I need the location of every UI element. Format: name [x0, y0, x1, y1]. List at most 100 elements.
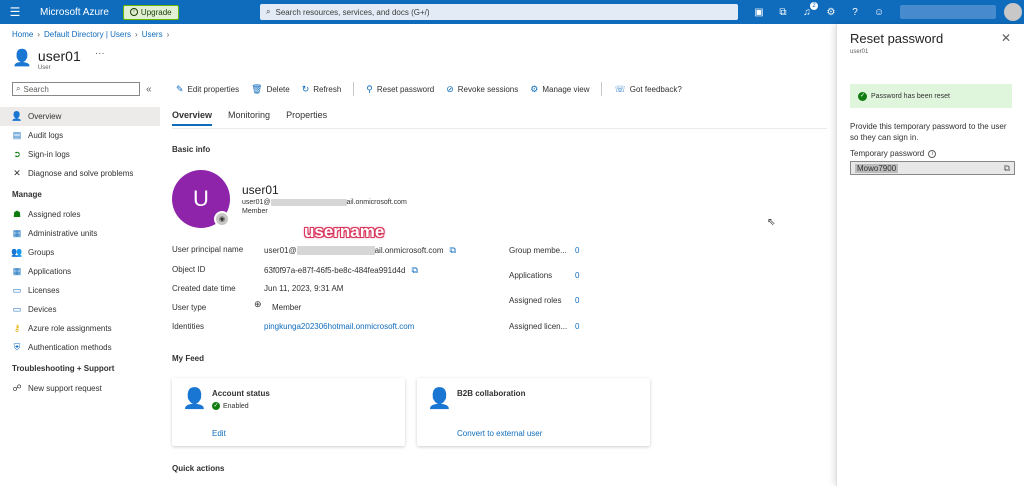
field-object-id: Object ID 63f0f97a-e87f-46f5-be8c-484fea…	[172, 265, 418, 276]
upgrade-button[interactable]: ↑ Upgrade	[122, 4, 179, 20]
field-label: Object ID	[172, 265, 206, 274]
stat-value[interactable]: 0	[575, 322, 579, 331]
email-suffix: ail.onmicrosoft.com	[346, 199, 407, 206]
sidebar: ⌕ Search « 👤 Overview ▤ Audit logs ➲ Sign-in…	[0, 82, 160, 398]
command-label: Manage view	[542, 84, 590, 94]
field-user-type: User type Member	[172, 303, 301, 312]
breadcrumb-separator: ›	[37, 30, 41, 39]
sidebar-item-admin-units[interactable]: ▦ Administrative units	[0, 224, 160, 243]
label-text: Temporary password	[850, 149, 925, 158]
stat-label: Applications	[509, 271, 553, 280]
command-label: Edit properties	[187, 84, 240, 94]
command-bar: ✎ Edit properties 🗑 Delete ↻ Refresh ⚲ Reset…	[176, 82, 682, 96]
card-title: B2B collaboration	[457, 389, 526, 398]
help-icon[interactable]: ?	[848, 4, 862, 20]
field-value: 63f0f97a-e87f-46f5-be8c-484fea991d4d ⧉	[264, 265, 418, 276]
search-icon: ⌕	[266, 7, 271, 16]
stat-assigned-roles: Assigned roles 0	[509, 296, 579, 305]
breadcrumb-home[interactable]: Home	[12, 30, 33, 39]
directory-icon[interactable]: ⧉	[776, 4, 790, 20]
reset-password-button[interactable]: ⚲ Reset password	[366, 84, 434, 95]
groups-icon: 👥	[11, 247, 23, 257]
edit-properties-button[interactable]: ✎ Edit properties	[176, 84, 239, 95]
convert-external-link[interactable]: Convert to external user	[457, 429, 542, 438]
feedback-button[interactable]: ☏ Got feedback?	[614, 84, 681, 95]
device-icon: ▭	[12, 304, 22, 314]
sidebar-item-assigned-roles[interactable]: ☗ Assigned roles	[0, 205, 160, 224]
brand-name[interactable]: Microsoft Azure	[40, 7, 109, 18]
tab-monitoring[interactable]: Monitoring	[228, 110, 270, 126]
sidebar-item-diagnose[interactable]: ✕ Diagnose and solve problems	[0, 164, 160, 183]
feedback-icon[interactable]: ☺	[872, 4, 886, 20]
sidebar-item-signin-logs[interactable]: ➲ Sign-in logs	[0, 145, 160, 164]
info-icon[interactable]: i	[928, 149, 937, 158]
license-icon: ▭	[12, 285, 22, 295]
sidebar-item-overview[interactable]: 👤 Overview	[0, 107, 160, 126]
panel-description: Provide this temporary password to the u…	[850, 122, 1007, 142]
field-identities: Identities pingkunga202306hotmail.onmicr…	[172, 322, 414, 331]
tab-properties[interactable]: Properties	[286, 110, 327, 126]
search-placeholder: Search resources, services, and docs (G+…	[275, 7, 430, 17]
upgrade-icon: ↑	[129, 8, 138, 16]
key-icon: ⚲	[366, 83, 373, 94]
user-role: Member	[242, 208, 268, 215]
stat-value[interactable]: 0	[575, 246, 579, 255]
identities-link[interactable]: pingkunga202306hotmail.onmicrosoft.com	[264, 322, 414, 331]
manage-view-button[interactable]: ⚙ Manage view	[530, 84, 589, 95]
cloud-shell-icon[interactable]: ▣	[752, 4, 766, 20]
sidebar-item-groups[interactable]: 👥 Groups	[0, 243, 160, 262]
sidebar-item-azure-role-assignments[interactable]: ⚷ Azure role assignments	[0, 319, 160, 338]
collapse-sidebar-button[interactable]: «	[146, 84, 152, 95]
field-label: Created date time	[172, 284, 236, 293]
sidebar-item-label: Groups	[28, 248, 55, 257]
more-options-button[interactable]: ···	[95, 48, 105, 59]
delete-button[interactable]: 🗑 Delete	[251, 84, 290, 95]
close-icon[interactable]: ✕	[1001, 31, 1011, 45]
copy-icon[interactable]: ⧉	[411, 265, 417, 276]
upgrade-label: Upgrade	[140, 7, 172, 17]
user-email: user01@xail.onmicrosoft.com	[242, 199, 407, 206]
sidebar-item-label: Licenses	[28, 286, 60, 295]
sidebar-item-licenses[interactable]: ▭ Licenses	[0, 281, 160, 300]
stat-applications: Applications 0	[509, 271, 579, 280]
breadcrumb-directory[interactable]: Default Directory | Users	[44, 30, 131, 39]
b2b-collaboration-card: 👤 B2B collaboration Convert to external …	[417, 378, 650, 446]
refresh-button[interactable]: ↻ Refresh	[302, 84, 342, 95]
password-value: Mowo7900	[855, 163, 899, 173]
temporary-password-field[interactable]: Mowo7900 ⧉	[850, 161, 1015, 175]
account-info[interactable]	[900, 5, 996, 19]
tab-overview[interactable]: Overview	[172, 110, 213, 126]
revoke-sessions-button[interactable]: ⊘ Revoke sessions	[446, 84, 518, 95]
stat-value[interactable]: 0	[575, 296, 579, 305]
success-text: Password has been reset	[871, 92, 950, 100]
stat-label: Assigned roles	[509, 296, 562, 305]
sidebar-search-input[interactable]: ⌕ Search	[12, 82, 140, 96]
sidebar-item-label: Diagnose and solve problems	[28, 169, 134, 178]
person-icon: 👤	[182, 388, 207, 410]
copy-icon[interactable]: ⧉	[450, 245, 456, 256]
user-summary: user01 user01@xail.onmicrosoft.com Membe…	[242, 183, 407, 215]
sidebar-item-devices[interactable]: ▭ Devices	[0, 300, 160, 319]
sidebar-heading-support: Troubleshooting + Support	[12, 363, 115, 373]
edit-link[interactable]: Edit	[212, 429, 226, 438]
gear-icon[interactable]: ⚙	[824, 4, 838, 20]
stat-value[interactable]: 0	[575, 271, 579, 280]
mouse-cursor-icon: ⇖	[767, 217, 776, 228]
field-upn: User principal name user01@xail.onmicros…	[172, 245, 456, 256]
sidebar-item-audit-logs[interactable]: ▤ Audit logs	[0, 126, 160, 145]
copy-icon[interactable]: ⧉	[1004, 163, 1010, 174]
command-label: Refresh	[313, 84, 342, 94]
camera-icon[interactable]: ◉	[214, 211, 230, 227]
page-subtitle: User	[37, 65, 51, 71]
sidebar-item-label: Sign-in logs	[28, 150, 70, 159]
account-avatar[interactable]	[1004, 3, 1022, 21]
block-icon: ⊘	[446, 83, 454, 94]
menu-icon[interactable]: ☰	[0, 0, 30, 24]
sidebar-item-new-support-request[interactable]: ☍ New support request	[0, 379, 160, 398]
sidebar-item-authentication-methods[interactable]: ⛨ Authentication methods	[0, 338, 160, 357]
sidebar-item-applications[interactable]: ▦ Applications	[0, 262, 160, 281]
field-created: Created date time Jun 11, 2023, 9:31 AM	[172, 284, 343, 293]
breadcrumb-users[interactable]: Users	[142, 30, 163, 39]
bell-icon[interactable]: ♫ 2	[800, 2, 818, 20]
global-search-input[interactable]: ⌕ Search resources, services, and docs (G…	[260, 4, 738, 20]
